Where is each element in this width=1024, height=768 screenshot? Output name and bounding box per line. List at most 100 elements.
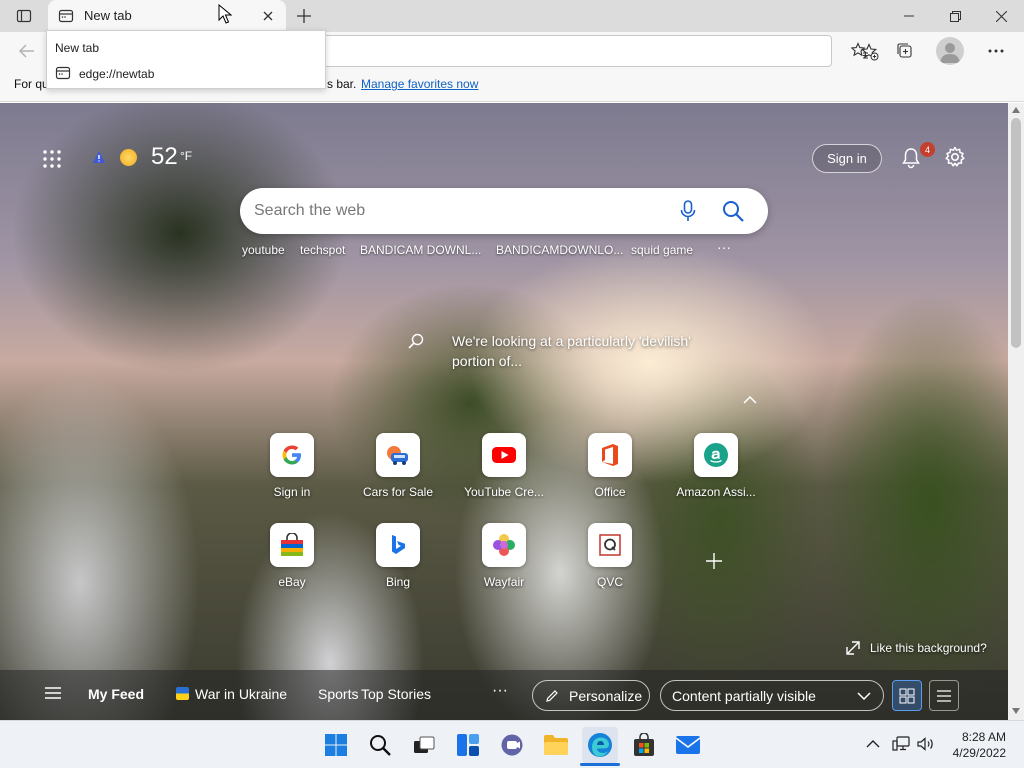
pencil-icon (546, 689, 558, 702)
scrollbar-thumb[interactable] (1011, 118, 1021, 348)
quick-link-label: Bing (385, 575, 411, 589)
quick-link-tile[interactable]: YouTube Cre... (456, 433, 552, 499)
weather-temperature[interactable]: 52 (151, 143, 178, 171)
close-tab-button[interactable] (258, 6, 278, 26)
network-monitor-icon[interactable] (892, 736, 910, 752)
teams-chat-button[interactable] (494, 727, 530, 763)
tab-actions-button[interactable] (10, 3, 38, 29)
quick-link-tile[interactable]: QVC (562, 523, 658, 589)
quick-link-tile[interactable]: Amazon Assi... (668, 433, 764, 499)
page-settings-button[interactable] (944, 146, 966, 168)
bing-icon (376, 523, 420, 567)
sign-in-button[interactable]: Sign in (812, 144, 882, 173)
quick-link-label: Wayfair (483, 575, 525, 589)
edge-logo-icon (588, 733, 612, 757)
app-grid-icon (43, 150, 61, 168)
task-view-button[interactable] (406, 727, 442, 763)
google-icon (270, 433, 314, 477)
wayfair-icon (482, 523, 526, 567)
bell-icon (902, 148, 920, 169)
quick-link-label: Office (594, 485, 626, 499)
hamburger-menu-icon[interactable] (44, 686, 62, 700)
trending-search-link[interactable]: squid game (631, 243, 693, 257)
quick-link-label: YouTube Cre... (464, 485, 544, 499)
trending-search-link[interactable]: youtube (242, 243, 285, 257)
new-tab-page: 52 °F Sign in 4 youtube techspot BANDICA… (0, 103, 1008, 720)
minimize-button[interactable] (886, 0, 932, 32)
folder-icon (544, 735, 568, 755)
manage-favorites-link[interactable]: Manage favorites now (361, 77, 478, 91)
arrow-left-icon (19, 44, 34, 58)
voice-search-button[interactable] (680, 200, 696, 222)
list-layout-button[interactable] (929, 680, 959, 711)
close-window-icon (995, 10, 1007, 22)
content-visibility-value: Content partially visible (672, 687, 816, 704)
chevron-up-icon[interactable] (742, 395, 758, 405)
background-info-text[interactable]: We're looking at a particularly 'devilis… (452, 331, 712, 371)
feed-tab-my-feed[interactable]: My Feed (88, 686, 144, 702)
store-button[interactable] (626, 727, 662, 763)
hover-card-url: edge://newtab (79, 67, 155, 81)
grid-layout-button[interactable] (892, 680, 922, 711)
notifications-button[interactable] (900, 147, 922, 169)
volume-icon[interactable] (917, 737, 935, 751)
settings-menu-button[interactable] (981, 37, 1011, 65)
collections-button[interactable] (890, 37, 920, 65)
notification-count-badge: 4 (920, 142, 935, 157)
mouse-cursor-icon (218, 4, 232, 24)
clock-date: 4/29/2022 (952, 746, 1006, 760)
restore-icon (949, 10, 961, 22)
search-submit-button[interactable] (722, 200, 744, 222)
trending-search-link[interactable]: BANDICAMDOWNLO... (496, 243, 623, 257)
personalize-button[interactable]: Personalize (532, 680, 650, 711)
file-explorer-button[interactable] (538, 727, 574, 763)
amazon-icon (694, 433, 738, 477)
feed-navigation-bar: My Feed War in Ukraine Sports Top Storie… (0, 670, 1008, 720)
microphone-icon (680, 200, 696, 221)
quick-link-label: Cars for Sale (362, 485, 434, 499)
quick-link-tile[interactable]: Sign in (244, 433, 340, 499)
scroll-down-icon[interactable] (1012, 708, 1020, 714)
grid-layout-icon (899, 688, 915, 703)
app-launcher-button[interactable] (42, 149, 62, 169)
chevron-up-icon[interactable] (866, 739, 880, 748)
active-app-indicator (580, 763, 620, 766)
sunny-weather-icon (120, 149, 137, 166)
widgets-button[interactable] (450, 727, 486, 763)
quick-link-tile[interactable]: Wayfair (456, 523, 552, 589)
feed-more-button[interactable]: ··· (492, 682, 508, 700)
quick-link-tile[interactable]: Cars for Sale (350, 433, 446, 499)
add-site-plus-icon[interactable] (703, 550, 725, 572)
trending-more-button[interactable]: ··· (717, 239, 731, 255)
profile-avatar[interactable] (936, 37, 964, 65)
quick-link-tile[interactable]: Office (562, 433, 658, 499)
feed-tab-top-stories[interactable]: Top Stories (361, 686, 431, 702)
favorites-button[interactable] (845, 37, 875, 65)
close-window-button[interactable] (978, 0, 1024, 32)
quick-link-tile[interactable]: Bing (350, 523, 446, 589)
feed-tab-sports[interactable]: Sports (318, 686, 358, 702)
weather-alert-icon[interactable] (92, 150, 106, 164)
cars-icon (376, 433, 420, 477)
feed-tab-war-in-ukraine[interactable]: War in Ukraine (195, 686, 287, 702)
content-visibility-dropdown[interactable]: Content partially visible (660, 680, 884, 711)
tab-new-tab[interactable]: New tab (48, 0, 286, 32)
taskbar-search-button[interactable] (362, 727, 398, 763)
edge-taskbar-button[interactable] (582, 727, 618, 763)
restore-button[interactable] (932, 0, 978, 32)
like-background-button[interactable]: Like this background? (846, 641, 987, 655)
search-input[interactable] (254, 196, 654, 226)
taskbar-clock[interactable]: 8:28 AM 4/29/2022 (940, 729, 1006, 761)
chevron-down-icon (857, 691, 871, 700)
trending-search-link[interactable]: techspot (300, 243, 345, 257)
trending-search-link[interactable]: BANDICAM DOWNL... (360, 243, 481, 257)
store-bag-icon (634, 733, 654, 756)
quick-link-tile[interactable]: eBay (244, 523, 340, 589)
close-icon (263, 11, 273, 21)
mail-button[interactable] (670, 727, 706, 763)
scroll-up-icon[interactable] (1012, 107, 1020, 113)
new-tab-button[interactable] (290, 3, 318, 29)
favorites-icon (851, 42, 868, 59)
back-button[interactable] (12, 36, 42, 66)
start-button[interactable] (318, 727, 354, 763)
